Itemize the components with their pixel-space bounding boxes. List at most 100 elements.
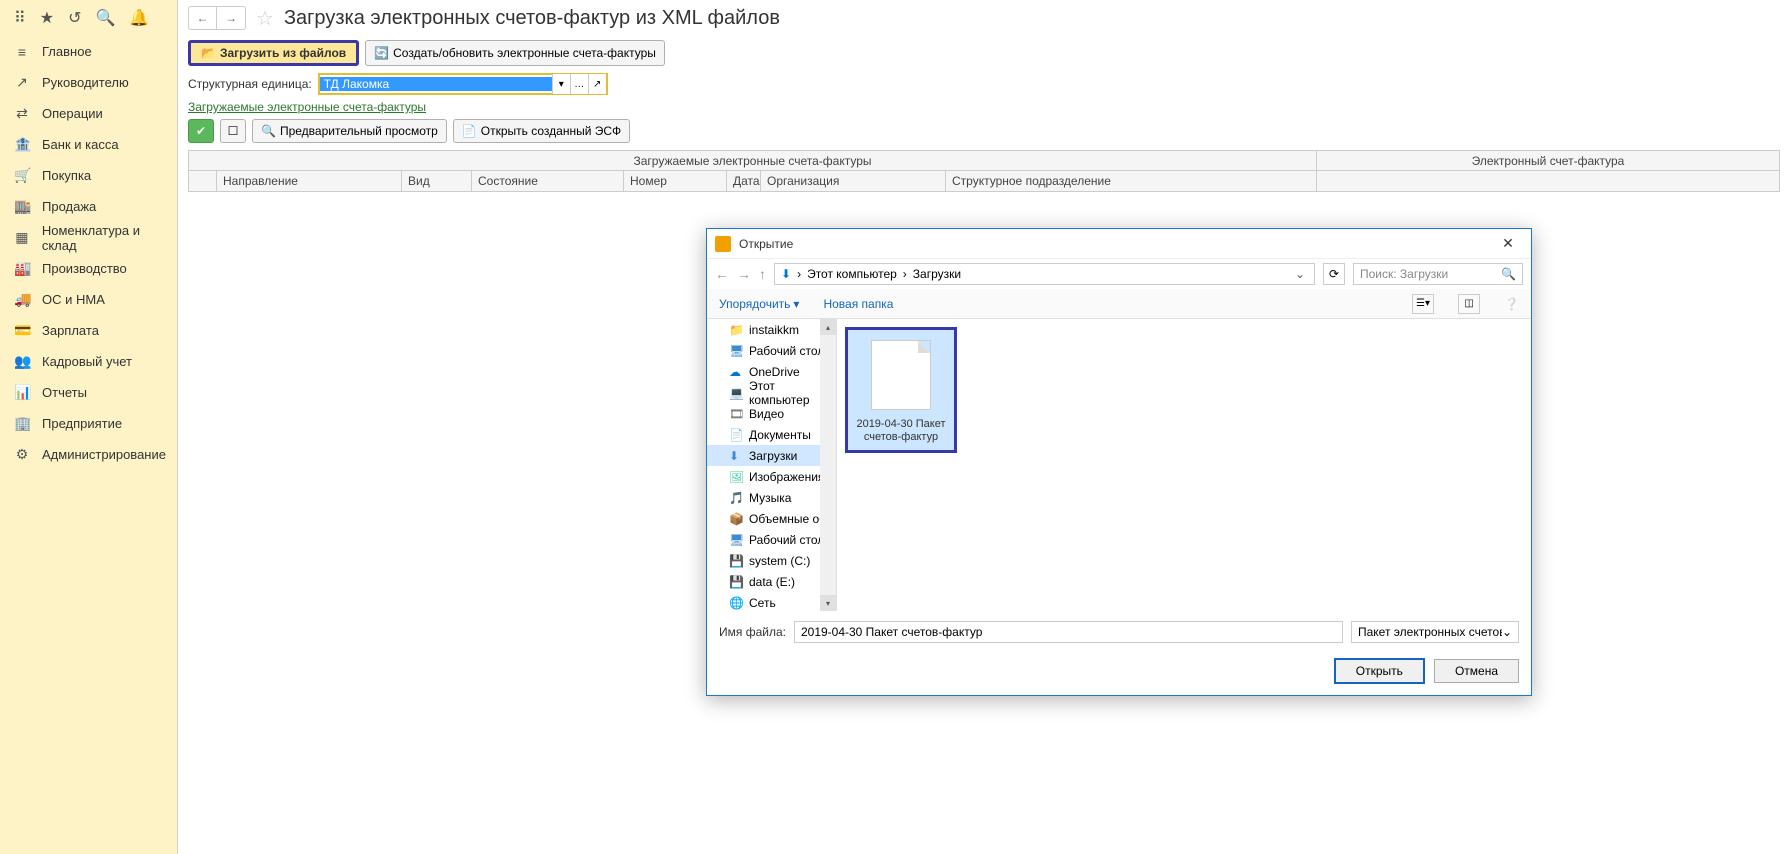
search-icon[interactable]: 🔍 xyxy=(95,8,115,28)
scroll-up-button[interactable]: ▴ xyxy=(820,319,836,335)
tree-icon: ⬇ xyxy=(729,449,743,463)
tree-item-9[interactable]: 📦Объемные объ xyxy=(707,508,836,529)
filetype-filter[interactable]: Пакет электронных счетов-фа ⌄ xyxy=(1351,621,1519,643)
check-all-button[interactable]: ✔ xyxy=(188,119,214,143)
sort-button[interactable]: Упорядочить ▾ xyxy=(719,297,799,311)
tree-item-5[interactable]: 📄Документы xyxy=(707,424,836,445)
sidebar-icon: ⚙ xyxy=(14,446,30,463)
structural-unit-input-wrap: ▾ … ↗ xyxy=(318,73,608,95)
load-from-files-button[interactable]: 📂 Загрузить из файлов xyxy=(188,40,359,66)
dialog-file-list[interactable]: 2019-04-30 Пакет счетов-фактур xyxy=(837,319,1531,611)
col-org[interactable]: Организация xyxy=(761,171,946,191)
topbar: ← → ☆ Загрузка электронных счетов-фактур… xyxy=(178,0,1790,36)
sidebar-icon: ⇄ xyxy=(14,105,30,122)
sidebar-item-12[interactable]: 🏢Предприятие xyxy=(0,408,177,439)
dialog-close-button[interactable]: ✕ xyxy=(1493,234,1523,254)
tree-item-11[interactable]: 💾system (C:) xyxy=(707,550,836,571)
bell-icon[interactable]: 🔔 xyxy=(129,8,149,28)
open-esf-button[interactable]: 📄 Открыть созданный ЭСФ xyxy=(453,119,630,143)
preview-pane-button[interactable]: ◫ xyxy=(1458,294,1480,314)
tree-item-0[interactable]: 📁instaikkm xyxy=(707,319,836,340)
preview-label: Предварительный просмотр xyxy=(280,124,438,138)
breadcrumb-dropdown[interactable]: ⌄ xyxy=(1292,267,1308,281)
dialog-back-button[interactable]: ← xyxy=(715,266,729,282)
sidebar-item-9[interactable]: 💳Зарплата xyxy=(0,315,177,346)
sidebar-icon: 🏦 xyxy=(14,136,30,153)
tree-item-13[interactable]: 🌐Сеть xyxy=(707,592,836,611)
sidebar-icon: ↗ xyxy=(14,74,30,91)
tree-label: OneDrive xyxy=(749,365,800,379)
sidebar-item-6[interactable]: ▦Номенклатура и склад xyxy=(0,222,177,253)
sidebar-label: Банк и касса xyxy=(42,137,119,152)
dialog-refresh-button[interactable]: ⟳ xyxy=(1323,263,1345,285)
sidebar-icon: 🏭 xyxy=(14,260,30,277)
sidebar-item-10[interactable]: 👥Кадровый учет xyxy=(0,346,177,377)
open-button[interactable]: ↗ xyxy=(588,74,606,94)
breadcrumb-item-0[interactable]: Этот компьютер xyxy=(807,267,897,281)
tree-icon: 📄 xyxy=(729,428,743,442)
file-open-dialog: Открытие ✕ ← → ↑ ⬇ › Этот компьютер › За… xyxy=(706,228,1532,696)
tree-item-12[interactable]: 💾data (E:) xyxy=(707,571,836,592)
structural-unit-input[interactable] xyxy=(320,77,552,91)
cancel-button[interactable]: Отмена xyxy=(1434,659,1519,683)
col-type[interactable]: Вид xyxy=(402,171,472,191)
col-subdiv[interactable]: Структурное подразделение xyxy=(946,171,1317,191)
super-col-1: Загружаемые электронные счета-фактуры xyxy=(189,151,1317,170)
col-state[interactable]: Состояние xyxy=(472,171,624,191)
sidebar-item-8[interactable]: 🚚ОС и НМА xyxy=(0,284,177,315)
tree-icon: 🎵 xyxy=(729,491,743,505)
open-esf-label: Открыть созданный ЭСФ xyxy=(481,124,621,138)
create-update-button[interactable]: 🔄 Создать/обновить электронные счета-фак… xyxy=(365,40,665,66)
tree-label: Сеть xyxy=(749,596,776,610)
dialog-up-button[interactable]: ↑ xyxy=(759,266,766,282)
nav-back-button[interactable]: ← xyxy=(189,7,217,29)
tree-item-6[interactable]: ⬇ Загрузки xyxy=(707,445,836,466)
sidebar-item-11[interactable]: 📊Отчеты xyxy=(0,377,177,408)
sidebar-item-13[interactable]: ⚙Администрирование xyxy=(0,439,177,470)
sidebar-item-4[interactable]: 🛒Покупка xyxy=(0,160,177,191)
sidebar-item-2[interactable]: ⇄Операции xyxy=(0,98,177,129)
dialog-forward-button[interactable]: → xyxy=(737,266,751,282)
sidebar-item-3[interactable]: 🏦 Банк и касса xyxy=(0,129,177,160)
tree-item-7[interactable]: 🖼Изображения xyxy=(707,466,836,487)
dropdown-button[interactable]: ▾ xyxy=(552,74,570,94)
col-number[interactable]: Номер xyxy=(624,171,727,191)
scroll-down-button[interactable]: ▾ xyxy=(820,595,836,611)
tree-icon: 💻 xyxy=(729,386,743,400)
dialog-breadcrumb[interactable]: ⬇ › Этот компьютер › Загрузки ⌄ xyxy=(774,263,1315,285)
col-date[interactable]: Дата xyxy=(727,171,761,191)
tree-item-10[interactable]: 🖥Рабочий стол xyxy=(707,529,836,550)
dialog-actions: Открыть Отмена xyxy=(707,653,1531,695)
filename-input[interactable] xyxy=(794,621,1343,643)
favorite-star-icon[interactable]: ☆ xyxy=(256,6,274,31)
nav-forward-button[interactable]: → xyxy=(217,7,245,29)
star-icon[interactable]: ★ xyxy=(40,8,54,28)
uncheck-all-button[interactable]: ☐ xyxy=(220,119,246,143)
tree-label: instaikkm xyxy=(749,323,799,337)
tree-label: Загрузки xyxy=(749,449,797,463)
tree-item-1[interactable]: 🖥Рабочий стол xyxy=(707,340,836,361)
apps-icon[interactable]: ⠿ xyxy=(14,8,26,28)
col-direction[interactable]: Направление xyxy=(217,171,402,191)
open-button[interactable]: Открыть xyxy=(1335,659,1424,683)
tree-scrollbar[interactable]: ▴ ▾ xyxy=(820,319,836,611)
help-icon[interactable]: ❔ xyxy=(1504,297,1519,311)
file-item[interactable]: 2019-04-30 Пакет счетов-фактур xyxy=(845,327,957,453)
sidebar-item-5[interactable]: 🏬Продажа xyxy=(0,191,177,222)
history-icon[interactable]: ↺ xyxy=(68,8,81,28)
section-label[interactable]: Загружаемые электронные счета-фактуры xyxy=(178,98,1790,116)
breadcrumb-item-1[interactable]: Загрузки xyxy=(913,267,961,281)
preview-button[interactable]: 🔍 Предварительный просмотр xyxy=(252,119,447,143)
tree-item-3[interactable]: 💻Этот компьютер xyxy=(707,382,836,403)
view-mode-button[interactable]: ☰▾ xyxy=(1412,294,1434,314)
sidebar-item-7[interactable]: 🏭Производство xyxy=(0,253,177,284)
sidebar-item-1[interactable]: ↗Руководителю xyxy=(0,67,177,98)
new-folder-button[interactable]: Новая папка xyxy=(823,297,893,311)
select-button[interactable]: … xyxy=(570,74,588,94)
sidebar-item-0[interactable]: ≡Главное xyxy=(0,36,177,67)
tree-label: Изображения xyxy=(749,470,824,484)
sidebar-label: Кадровый учет xyxy=(42,354,132,369)
tree-item-8[interactable]: 🎵 Музыка xyxy=(707,487,836,508)
dialog-search-input[interactable]: Поиск: Загрузки 🔍 xyxy=(1353,263,1523,285)
tree-label: Музыка xyxy=(749,491,791,505)
